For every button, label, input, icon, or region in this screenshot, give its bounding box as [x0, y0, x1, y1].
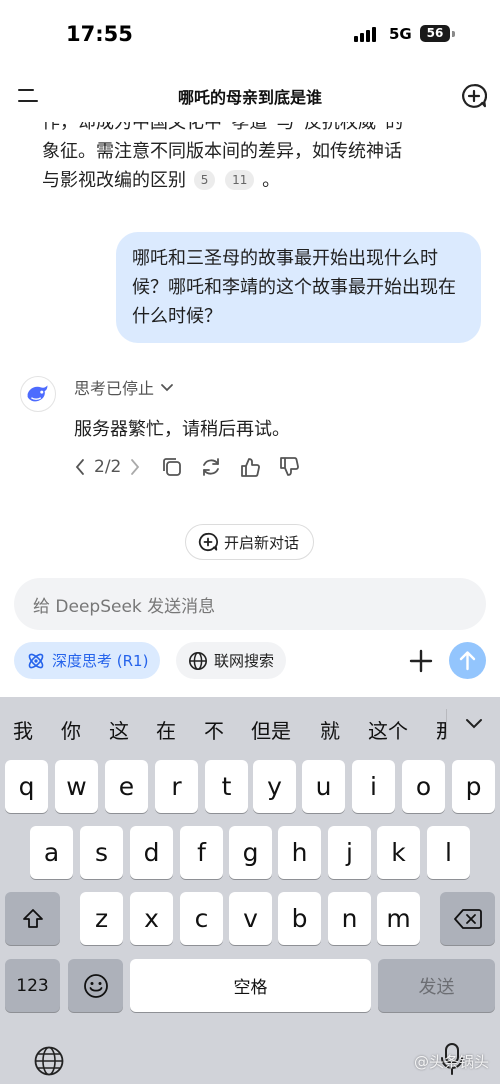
candidate-word[interactable]: 这个 — [368, 715, 408, 744]
message-actions: 2/2 — [74, 456, 300, 478]
candidate-word[interactable]: 我 — [13, 715, 33, 744]
candidate-word[interactable]: 在 — [156, 715, 176, 744]
key-c[interactable]: c — [180, 892, 223, 945]
network-type: 5G — [389, 25, 412, 43]
key-t[interactable]: t — [205, 760, 248, 813]
key-q[interactable]: q — [5, 760, 48, 813]
copy-icon[interactable] — [161, 456, 183, 478]
space-key[interactable]: 空格 — [130, 959, 371, 1012]
status-time: 17:55 — [66, 22, 133, 46]
key-w[interactable]: w — [55, 760, 98, 813]
backspace-icon — [453, 908, 482, 929]
regenerate-icon[interactable] — [200, 456, 222, 478]
battery-icon: 56 — [420, 25, 450, 42]
key-b[interactable]: b — [278, 892, 321, 945]
new-chat-icon[interactable] — [461, 83, 487, 109]
response-pager: 2/2 — [74, 457, 141, 477]
key-p[interactable]: p — [452, 760, 495, 813]
key-m[interactable]: m — [377, 892, 420, 945]
candidate-word[interactable]: 这 — [109, 715, 129, 744]
keyboard: 我 你 这 在 不 但是 就 这个 那 q w e r t y u i o p … — [0, 697, 500, 1084]
globe-icon — [189, 651, 207, 670]
chat-area[interactable]: 作，却成为中国文化中“孝道”与“反抗权威”的 象征。需注意不同版本间的差异，如传… — [0, 122, 500, 572]
candidate-word[interactable]: 但是 — [251, 715, 291, 744]
numbers-key[interactable]: 123 — [5, 959, 60, 1012]
globe-icon[interactable] — [33, 1045, 65, 1077]
thinking-label: 思考已停止 — [74, 379, 155, 398]
emoji-icon — [83, 973, 108, 998]
key-o[interactable]: o — [402, 760, 445, 813]
pager-label: 2/2 — [94, 457, 122, 477]
key-v[interactable]: v — [229, 892, 272, 945]
key-h[interactable]: h — [278, 826, 321, 879]
arrow-up-icon — [459, 651, 476, 671]
message-placeholder: 给 DeepSeek 发送消息 — [33, 596, 216, 617]
keyboard-send-key[interactable]: 发送 — [378, 959, 495, 1012]
key-k[interactable]: k — [377, 826, 420, 879]
web-search-label: 联网搜索 — [214, 652, 275, 670]
candidate-word[interactable]: 不 — [204, 715, 224, 744]
key-f[interactable]: f — [180, 826, 223, 879]
chat-header: 哪吒的母亲到底是谁 — [0, 70, 500, 122]
chevron-left-icon[interactable] — [74, 458, 86, 476]
key-n[interactable]: n — [328, 892, 371, 945]
key-d[interactable]: d — [130, 826, 173, 879]
thinking-status[interactable]: 思考已停止 — [74, 375, 174, 399]
key-u[interactable]: u — [302, 760, 345, 813]
conversation-title: 哪吒的母亲到底是谁 — [177, 88, 322, 107]
candidate-divider — [446, 709, 447, 739]
key-i[interactable]: i — [352, 760, 395, 813]
key-z[interactable]: z — [80, 892, 123, 945]
emoji-key[interactable] — [68, 959, 123, 1012]
key-a[interactable]: a — [30, 826, 73, 879]
thumbs-up-icon[interactable] — [239, 456, 261, 478]
key-y[interactable]: y — [253, 760, 296, 813]
citation-badge[interactable]: 5 — [193, 170, 216, 190]
new-conversation-label: 开启新对话 — [224, 533, 300, 552]
backspace-key[interactable] — [440, 892, 495, 945]
answer-tail: 。 — [262, 170, 281, 191]
expand-candidates-icon[interactable] — [464, 713, 484, 733]
new-chat-icon — [198, 532, 218, 552]
deepseek-avatar-icon — [20, 376, 56, 412]
deep-think-toggle[interactable]: 深度思考 (R1) — [14, 642, 161, 679]
thumbs-down-icon[interactable] — [278, 456, 300, 478]
candidate-bar: 我 你 这 在 不 但是 就 这个 那 — [0, 697, 500, 753]
web-search-toggle[interactable]: 联网搜索 — [176, 642, 287, 679]
key-l[interactable]: l — [427, 826, 470, 879]
shift-icon — [22, 908, 43, 928]
user-message-bubble[interactable]: 哪吒和三圣母的故事最开始出现什么时候？哪吒和李靖的这个故事最开始出现在什么时候？ — [116, 232, 481, 343]
key-r[interactable]: r — [155, 760, 198, 813]
candidate-word[interactable]: 你 — [61, 715, 81, 744]
deep-think-label: 深度思考 (R1) — [52, 652, 149, 670]
key-j[interactable]: j — [328, 826, 371, 879]
candidate-word[interactable]: 那 — [436, 715, 446, 744]
cellular-signal-icon — [354, 27, 376, 42]
citation-badge[interactable]: 11 — [225, 170, 255, 190]
answer-line-text: 与影视改编的区别 — [42, 170, 186, 191]
watermark-text: @头条锅头 — [414, 1053, 490, 1071]
send-button[interactable] — [449, 642, 486, 679]
atom-icon — [28, 653, 44, 668]
new-conversation-button[interactable]: 开启新对话 — [185, 524, 315, 560]
key-x[interactable]: x — [130, 892, 173, 945]
message-input[interactable]: 给 DeepSeek 发送消息 — [14, 578, 486, 630]
answer-line-last: 与影视改编的区别 5 11 。 — [42, 166, 472, 195]
assistant-reply: 服务器繁忙，请稍后再试。 — [74, 419, 290, 440]
chevron-right-icon[interactable] — [129, 458, 141, 476]
key-s[interactable]: s — [80, 826, 123, 879]
candidate-word[interactable]: 就 — [320, 715, 340, 744]
answer-line: 象征。需注意不同版本间的差异，如传统神话 — [42, 141, 402, 162]
key-g[interactable]: g — [229, 826, 272, 879]
add-attachment-icon[interactable] — [406, 646, 436, 676]
battery-tip — [452, 31, 455, 37]
key-e[interactable]: e — [105, 760, 148, 813]
shift-key[interactable] — [5, 892, 60, 945]
answer-line: 作，却成为中国文化中“孝道”与“反抗权威”的 — [42, 122, 404, 133]
assistant-previous-answer: 作，却成为中国文化中“孝道”与“反抗权威”的 象征。需注意不同版本间的差异，如传… — [42, 122, 472, 195]
status-bar: 17:55 5G 56 — [0, 0, 500, 70]
chevron-down-icon — [161, 384, 173, 392]
